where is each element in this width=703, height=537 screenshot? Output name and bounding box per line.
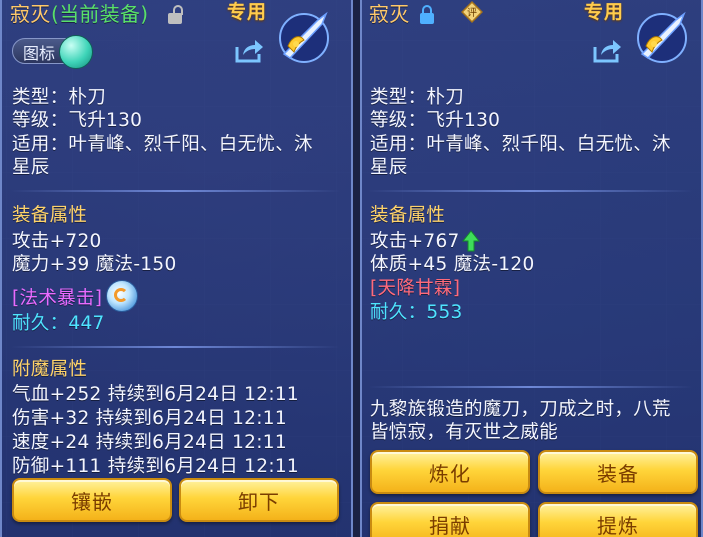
lock-open-icon[interactable] xyxy=(168,5,183,24)
item-description-line2: 皆惊寂，有灭世之威能 xyxy=(370,422,559,443)
item-suitable-line1: 适用：叶青峰、烈千阳、白无忧、沐 xyxy=(370,134,671,155)
enchant-speed: 速度+24 持续到6月24日 12:11 xyxy=(12,432,287,453)
arrow-up-icon xyxy=(462,230,480,252)
equip-button[interactable]: 装备 xyxy=(538,450,698,494)
item-level: 等级：飞升130 xyxy=(370,110,501,131)
unequip-button[interactable]: 卸下 xyxy=(179,478,339,522)
enchant-defense: 防御+111 持续到6月24日 12:11 xyxy=(12,456,299,477)
equipped-item-panel: 寂灭 (当前装备) 专用 图标 类型：朴刀 等级：飞升130 适用：叶青峰、烈千… xyxy=(0,0,353,537)
eval-label: 评 xyxy=(467,7,477,19)
refine-button[interactable]: 炼化 xyxy=(370,450,530,494)
lock-closed-icon[interactable] xyxy=(420,5,434,24)
donate-button[interactable]: 捐献 xyxy=(370,502,530,537)
special-skill: [法术暴击] xyxy=(12,288,103,309)
share-icon[interactable] xyxy=(234,38,264,64)
item-type: 类型：朴刀 xyxy=(12,87,107,108)
weapon-icon xyxy=(637,11,687,63)
attr-magic: 魔力+39 魔法-150 xyxy=(12,254,177,275)
item-level: 等级：飞升130 xyxy=(12,110,143,131)
attr-constitution: 体质+45 魔法-120 xyxy=(370,254,535,275)
item-type: 类型：朴刀 xyxy=(370,87,465,108)
divider xyxy=(368,386,693,388)
item-suitable-line1: 适用：叶青峰、烈千阳、白无忧、沐 xyxy=(12,134,313,155)
item-description-line1: 九黎族锻造的魔刀，刀成之时，八荒 xyxy=(370,399,671,420)
enchant-header: 附魔属性 xyxy=(12,359,88,380)
enchant-hp: 气血+252 持续到6月24日 12:11 xyxy=(12,384,299,405)
exclusive-label: 专用 xyxy=(584,1,625,23)
item-name: 寂灭 xyxy=(10,2,51,26)
eval-icon[interactable]: 评 xyxy=(461,1,483,23)
extract-button[interactable]: 提炼 xyxy=(538,502,698,537)
divider xyxy=(368,190,693,192)
item-name: 寂灭 xyxy=(369,2,410,26)
share-icon[interactable] xyxy=(592,38,622,64)
durability: 耐久：553 xyxy=(370,302,463,323)
attr-attack: 攻击+720 xyxy=(12,231,102,252)
inlay-button[interactable]: 镶嵌 xyxy=(12,478,172,522)
swirl-skill-icon[interactable] xyxy=(106,280,138,312)
divider xyxy=(10,346,340,348)
divider xyxy=(10,190,340,192)
item-suitable-line2: 星辰 xyxy=(370,157,408,178)
icon-toggle[interactable]: 图标 xyxy=(12,35,93,69)
equipment-compare-screen: 寂灭 (当前装备) 专用 图标 类型：朴刀 等级：飞升130 适用：叶青峰、烈千… xyxy=(0,0,703,537)
panel-gap xyxy=(353,0,360,537)
attr-attack: 攻击+767 xyxy=(370,231,460,252)
toggle-knob-icon xyxy=(59,35,93,69)
equipped-tag: (当前装备) xyxy=(51,2,149,26)
enchant-damage: 伤害+32 持续到6月24日 12:11 xyxy=(12,408,287,429)
item-suitable-line2: 星辰 xyxy=(12,157,50,178)
weapon-icon xyxy=(279,11,329,63)
attr-header: 装备属性 xyxy=(12,205,88,226)
durability: 耐久：447 xyxy=(12,313,105,334)
attr-header: 装备属性 xyxy=(370,205,446,226)
icon-toggle-label: 图标 xyxy=(23,44,56,63)
exclusive-label: 专用 xyxy=(227,1,268,23)
special-skill: [天降甘霖] xyxy=(370,278,461,299)
